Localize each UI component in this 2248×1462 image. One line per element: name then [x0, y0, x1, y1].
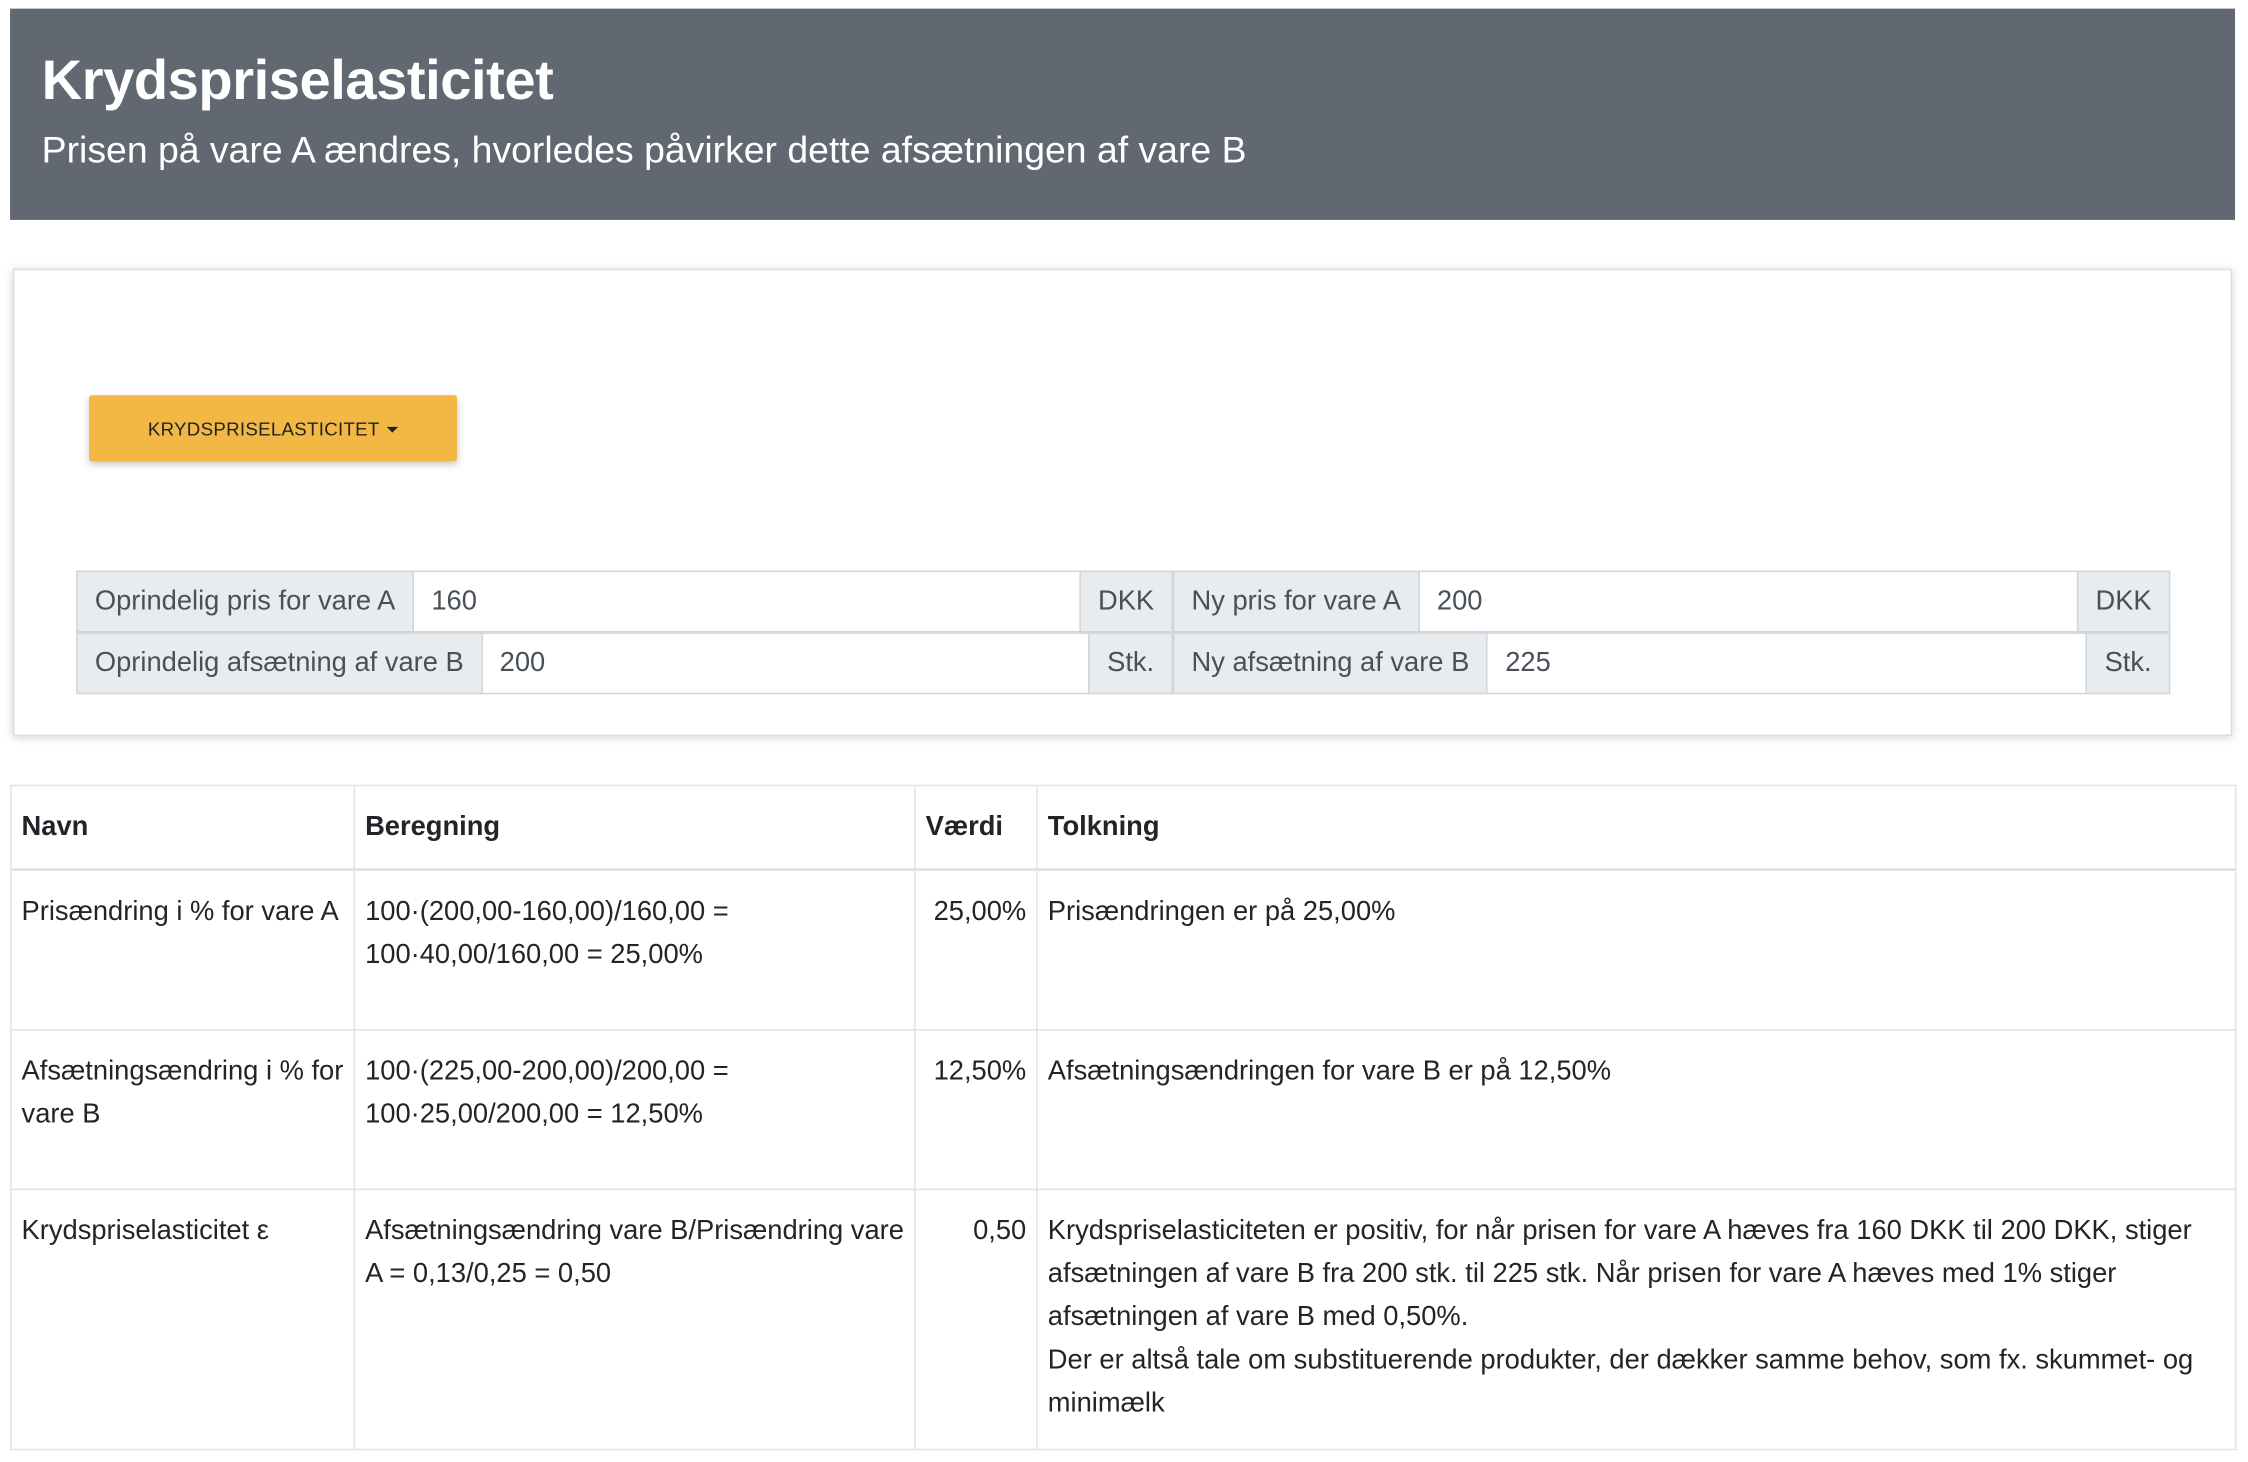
cell-navn: Krydspriselasticitet ε — [10, 1188, 356, 1451]
new-sales-b-group: Ny afsætning af vare B Stk. — [1172, 632, 2171, 695]
page-subtitle: Prisen på vare A ændres, hvorledes påvir… — [41, 127, 1247, 172]
cell-vaerdi: 25,00% — [914, 868, 1038, 1031]
orig-price-a-group: Oprindelig pris for vare A DKK — [76, 570, 1173, 633]
calc-line: 100·40,00/160,00 = 25,00% — [365, 939, 703, 971]
interpretation-text: Prisændringen er på 25,00% — [1047, 896, 1396, 928]
calculator-type-dropdown[interactable]: KRYDSPRISELASTICITET — [89, 395, 458, 462]
table-row: Krydspriselasticitet ε Afsætningsændring… — [10, 1188, 2237, 1451]
cell-navn: Prisændring i % for vare A — [10, 868, 356, 1031]
interpretation-text: Der er altså tale om substituerende prod… — [1047, 1345, 2194, 1419]
new-price-a-group: Ny pris for vare A DKK — [1172, 570, 2171, 633]
table-row: Afsætningsændring i % for vare B 100·(22… — [10, 1029, 2237, 1191]
calc-line: 100·(200,00-160,00)/160,00 = — [365, 896, 729, 928]
table-header-row: Navn Beregning Værdi Tolkning — [10, 784, 2237, 871]
column-header-beregning: Beregning — [353, 784, 916, 871]
new-sales-b-unit: Stk. — [2085, 632, 2171, 695]
results-table: Navn Beregning Værdi Tolkning Prisændrin… — [10, 784, 2237, 1451]
interpretation-text: Afsætningsændringen for vare B er på 12,… — [1047, 1056, 1611, 1087]
orig-sales-b-label: Oprindelig afsætning af vare B — [76, 632, 483, 695]
orig-price-a-label: Oprindelig pris for vare A — [76, 570, 415, 633]
cell-tolkning: Krydspriselasticiteten er positiv, for n… — [1036, 1188, 2237, 1451]
column-header-navn: Navn — [10, 784, 356, 871]
orig-sales-b-group: Oprindelig afsætning af vare B Stk. — [76, 632, 1173, 695]
caret-down-icon — [386, 426, 399, 432]
cell-vaerdi: 0,50 — [914, 1188, 1038, 1451]
orig-price-a-input[interactable] — [414, 570, 1080, 633]
orig-price-a-unit: DKK — [1079, 570, 1173, 633]
calc-line: Afsætningsændring vare B/Prisændring var… — [365, 1215, 904, 1290]
calculator-card: KRYDSPRISELASTICITET Oprindelig pris for… — [12, 268, 2233, 736]
new-price-a-label: Ny pris for vare A — [1172, 570, 1420, 633]
table-row: Prisændring i % for vare A 100·(200,00-1… — [10, 868, 2237, 1031]
cell-navn: Afsætningsændring i % for vare B — [10, 1029, 356, 1191]
dropdown-label: KRYDSPRISELASTICITET — [147, 417, 380, 440]
new-price-a-unit: DKK — [2076, 570, 2171, 633]
calc-line: 100·25,00/200,00 = 12,50% — [365, 1099, 703, 1130]
new-sales-b-label: Ny afsætning af vare B — [1172, 632, 1488, 695]
interpretation-text: Krydspriselasticiteten er positiv, for n… — [1047, 1215, 2192, 1333]
calc-line: 100·(225,00-200,00)/200,00 = — [365, 1056, 729, 1087]
page: Krydspriselasticitet Prisen på vare A æn… — [0, 0, 2248, 1462]
column-header-vaerdi: Værdi — [914, 784, 1038, 871]
orig-sales-b-input[interactable] — [482, 632, 1089, 695]
page-title: Krydspriselasticitet — [41, 50, 554, 113]
cell-vaerdi: 12,50% — [914, 1029, 1038, 1191]
cell-beregning: Afsætningsændring vare B/Prisændring var… — [353, 1188, 916, 1451]
cell-tolkning: Afsætningsændringen for vare B er på 12,… — [1036, 1029, 2237, 1191]
cell-beregning: 100·(200,00-160,00)/160,00 = 100·40,00/1… — [353, 868, 916, 1031]
cell-beregning: 100·(225,00-200,00)/200,00 = 100·25,00/2… — [353, 1029, 916, 1191]
new-price-a-input[interactable] — [1419, 570, 2077, 633]
column-header-tolkning: Tolkning — [1036, 784, 2237, 871]
cell-tolkning: Prisændringen er på 25,00% — [1036, 868, 2237, 1031]
orig-sales-b-unit: Stk. — [1088, 632, 1173, 695]
new-sales-b-input[interactable] — [1487, 632, 2086, 695]
page-header: Krydspriselasticitet Prisen på vare A æn… — [10, 8, 2236, 220]
